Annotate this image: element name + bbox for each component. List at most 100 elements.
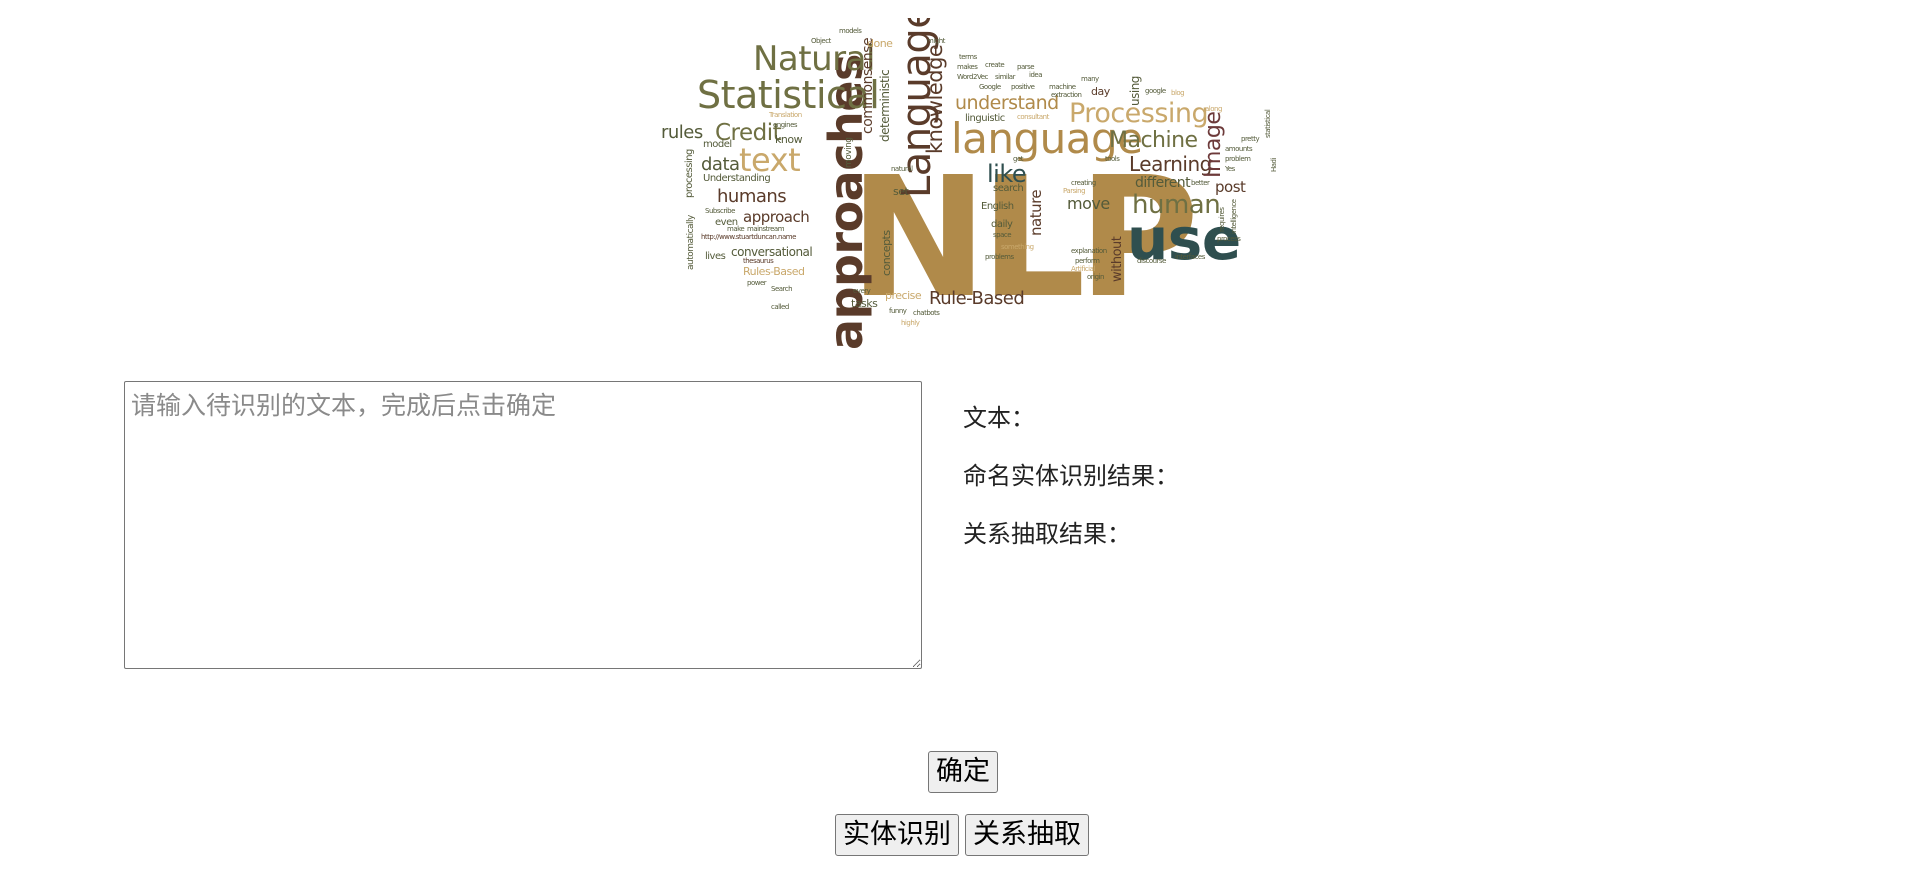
wordcloud-word: statistical xyxy=(1264,109,1272,138)
wordcloud-word: requires xyxy=(1218,207,1226,232)
wordcloud-word: move xyxy=(1067,194,1110,213)
relation-extraction-button[interactable]: 关系抽取 xyxy=(965,814,1089,856)
wordcloud-word: pretty xyxy=(1241,135,1260,143)
wordcloud-word: daily xyxy=(991,219,1013,230)
wordcloud-word: models xyxy=(839,27,862,35)
wordcloud-word: Rule-Based xyxy=(929,288,1025,309)
word-cloud: NLP use approaches language Language Sta… xyxy=(651,18,1279,354)
wordcloud-word: problems xyxy=(985,253,1014,261)
wordcloud-word: Hadi xyxy=(1270,158,1278,172)
wordcloud-word: tools xyxy=(1105,155,1120,163)
confirm-button[interactable]: 确定 xyxy=(928,751,998,793)
wordcloud-word: Subscribe xyxy=(705,207,735,215)
nlp-word-cloud-image: NLP use approaches language Language Sta… xyxy=(651,18,1279,354)
entity-recognition-button[interactable]: 实体识别 xyxy=(835,814,959,856)
wordcloud-word: concepts xyxy=(880,230,893,276)
wordcloud-word: Image xyxy=(1201,111,1226,178)
re-result-label: 关系抽取结果： xyxy=(963,520,1131,548)
wordcloud-word: processing xyxy=(684,149,695,198)
wordcloud-word: Statistical xyxy=(697,73,880,117)
wordcloud-word: amounts xyxy=(1225,145,1253,153)
wordcloud-word: Word2Vec xyxy=(957,73,988,81)
wordcloud-word: interfaces xyxy=(1175,253,1205,261)
wordcloud-word: make xyxy=(727,225,745,233)
wordcloud-word: human xyxy=(1132,190,1221,220)
wordcloud-word: blog xyxy=(1171,89,1185,97)
wordcloud-word: post xyxy=(1215,178,1246,196)
text-input[interactable] xyxy=(124,381,922,669)
wordcloud-word: Natural xyxy=(753,39,875,79)
wordcloud-word: tasks xyxy=(851,297,878,310)
wordcloud-word: set xyxy=(893,185,909,198)
wordcloud-word: consultant xyxy=(1017,113,1049,121)
text-result-label: 文本： xyxy=(963,404,1035,432)
wordcloud-word: Machine xyxy=(1109,128,1198,153)
wordcloud-word: explanation xyxy=(1071,247,1107,255)
wordcloud-word: Object xyxy=(811,37,831,45)
results-panel: 文本： 命名实体识别结果： 关系抽取结果： xyxy=(963,402,1179,576)
wordcloud-word: along xyxy=(1205,105,1222,113)
wordcloud-word: humans xyxy=(717,186,787,207)
wordcloud-word: extraction xyxy=(1051,91,1082,99)
wordcloud-word: lives xyxy=(705,251,726,262)
wordcloud-word: commonsense xyxy=(860,37,876,134)
wordcloud-word: text xyxy=(739,141,801,179)
wordcloud-word: chatbots xyxy=(913,309,940,317)
wordcloud-word: thesaurus xyxy=(743,257,774,265)
wordcloud-word: create xyxy=(985,61,1005,69)
wordcloud-word: Translation xyxy=(769,111,802,119)
wordcloud-word: origin xyxy=(1087,273,1104,281)
wordcloud-word: Parsing xyxy=(1063,187,1086,195)
ner-result-label: 命名实体识别结果： xyxy=(963,462,1179,490)
wordcloud-word: using xyxy=(1128,76,1142,106)
wordcloud-word: rules xyxy=(661,122,703,143)
wordcloud-word: know xyxy=(775,133,803,146)
wordcloud-word: model xyxy=(703,139,732,150)
wordcloud-word: positive xyxy=(1011,83,1035,91)
wordcloud-word: problem xyxy=(1225,155,1251,163)
wordcloud-word: process xyxy=(1217,235,1241,243)
wordcloud-word: better xyxy=(1191,179,1210,187)
wordcloud-word: makes xyxy=(957,63,978,71)
wordcloud-word: data xyxy=(701,154,740,175)
wordcloud-word: might xyxy=(927,37,945,45)
wordcloud-word: idea xyxy=(1029,71,1042,79)
wordcloud-word: deterministic xyxy=(878,69,892,142)
wordcloud-word: English xyxy=(981,201,1014,212)
wordcloud-word: funny xyxy=(889,307,907,315)
wordcloud-word: terms xyxy=(959,53,977,61)
wordcloud-word: called xyxy=(771,303,789,311)
wordcloud-word: power xyxy=(747,279,767,287)
wordcloud-word: Learning xyxy=(1129,152,1212,176)
wordcloud-word: search xyxy=(993,183,1024,194)
wordcloud-word: engines xyxy=(773,121,798,129)
wordcloud-word: mainstream xyxy=(747,225,785,233)
wordcloud-word: understand xyxy=(955,92,1059,114)
wordcloud-word: get xyxy=(1013,155,1024,163)
wordcloud-word: every xyxy=(853,287,871,295)
wordcloud-word: machine xyxy=(1049,83,1076,91)
wordcloud-word: perform xyxy=(1075,257,1100,265)
wordcloud-word: Google xyxy=(979,83,1001,91)
wordcloud-word: Artificial xyxy=(1071,265,1095,273)
wordcloud-word: approach xyxy=(743,208,810,226)
wordcloud-word: automatically xyxy=(686,215,696,270)
wordcloud-word: Rules-Based xyxy=(743,265,805,278)
wordcloud-word: done xyxy=(867,37,893,50)
wordcloud-word: natural xyxy=(891,165,913,173)
wordcloud-word: many xyxy=(1081,75,1099,83)
wordcloud-word: knowledge xyxy=(923,44,947,154)
wordcloud-word: linguistic xyxy=(965,113,1005,124)
wordcloud-word: moving xyxy=(844,137,854,168)
wordcloud-word: intelligence xyxy=(1230,199,1238,234)
wordcloud-word: creating xyxy=(1071,179,1096,187)
wordcloud-word: highly xyxy=(901,319,920,327)
wordcloud-word: precise xyxy=(885,289,922,302)
wordcloud-word: google xyxy=(1145,87,1166,95)
wordcloud-word: similar xyxy=(995,73,1015,81)
wordcloud-word: space xyxy=(993,231,1012,239)
wordcloud-word: discourse xyxy=(1137,257,1166,265)
wordcloud-word: different xyxy=(1135,175,1191,191)
wordcloud-word: day xyxy=(1091,85,1110,98)
wordcloud-word: Search xyxy=(771,285,793,293)
